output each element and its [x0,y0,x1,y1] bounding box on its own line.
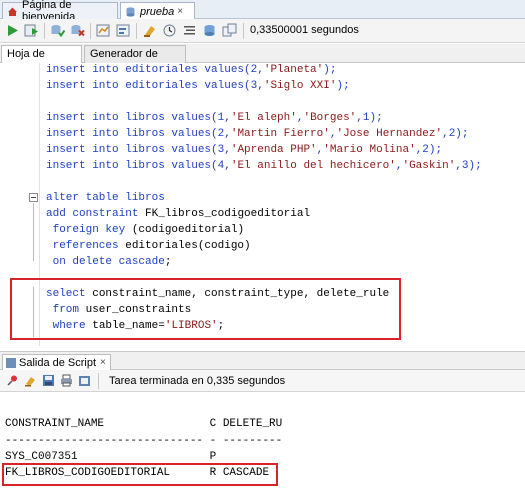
pin-icon[interactable] [6,374,19,387]
tab-welcome-page[interactable]: Página de bienvenida [2,0,118,23]
highlight-box-result [2,463,278,486]
tab-query-builder[interactable]: Generador de Consultas [84,45,186,77]
close-icon[interactable]: × [100,357,106,368]
fold-toggle-icon[interactable] [29,193,38,202]
toolbar-separator [243,23,244,39]
code-line: on delete cascade; [46,256,172,268]
sql-editor[interactable]: insert into editoriales values(2,'Planet… [0,63,525,346]
autotrace-icon[interactable] [96,23,111,38]
tab-prueba-label: prueba [140,5,175,18]
commit-icon[interactable] [50,23,66,38]
open-icon[interactable] [78,374,91,387]
code-line: insert into libros values(2,'Martin Fier… [46,128,469,140]
worksheet-subtab-bar: Hoja de Trabajo Generador de Consultas [0,44,525,77]
connection-icon[interactable] [202,23,217,38]
worksheet-toolbar: 0,33500001 segundos [0,19,525,43]
tab-worksheet[interactable]: Hoja de Trabajo [1,45,82,77]
sql-worksheet-icon [125,6,136,17]
code-line: insert into editoriales values(2,'Planet… [46,64,337,76]
home-icon [7,6,18,17]
code-line: insert into libros values(1,'El aleph','… [46,112,383,124]
eraser-icon[interactable] [24,374,37,387]
code-line: insert into libros values(3,'Aprenda PHP… [46,144,443,156]
rollback-icon[interactable] [70,23,85,38]
document-tab-bar: Página de bienvenida prueba × [0,0,525,23]
toolbar-separator [44,23,45,39]
unshared-worksheet-icon[interactable] [222,23,237,38]
save-icon[interactable] [42,374,55,387]
tab-script-output-label: Salida de Script [19,356,97,369]
script-output-icon [6,357,16,368]
explain-plan-icon[interactable] [116,23,131,38]
highlight-box-query [10,278,401,340]
code-line: insert into libros values(4,'El anillo d… [46,160,482,172]
clear-icon[interactable] [142,23,157,38]
format-icon[interactable] [182,23,197,38]
output-line: ------------------------------ - -------… [5,435,283,447]
toolbar-separator [98,373,99,389]
code-line: alter table libros [46,192,165,204]
elapsed-time-label: 0,33500001 segundos [250,24,359,36]
output-tab-bar: Salida de Script × [0,351,525,370]
output-toolbar: Tarea terminada en 0,335 segundos [0,370,525,392]
code-line: foreign key (codigoeditorial) [46,224,245,236]
fold-guide [33,203,34,261]
history-icon[interactable] [162,23,177,38]
tab-script-output[interactable]: Salida de Script × [2,354,111,370]
output-line: CONSTRAINT_NAME C DELETE_RU [5,418,283,430]
code-line: insert into editoriales values(3,'Siglo … [46,80,350,92]
run-script-icon[interactable] [24,23,39,38]
run-statement-icon[interactable] [5,23,20,38]
toolbar-separator [90,23,91,39]
task-status-text: Tarea terminada en 0,335 segundos [109,375,286,387]
code-line: references editoriales(codigo) [46,240,251,252]
toolbar-separator [136,23,137,39]
code-line: add constraint FK_libros_codigoeditorial [46,208,311,220]
close-icon[interactable]: × [177,6,183,17]
print-icon[interactable] [60,374,73,387]
tab-prueba[interactable]: prueba × [120,2,195,20]
script-output-area[interactable]: CONSTRAINT_NAME C DELETE_RU ------------… [0,393,525,504]
